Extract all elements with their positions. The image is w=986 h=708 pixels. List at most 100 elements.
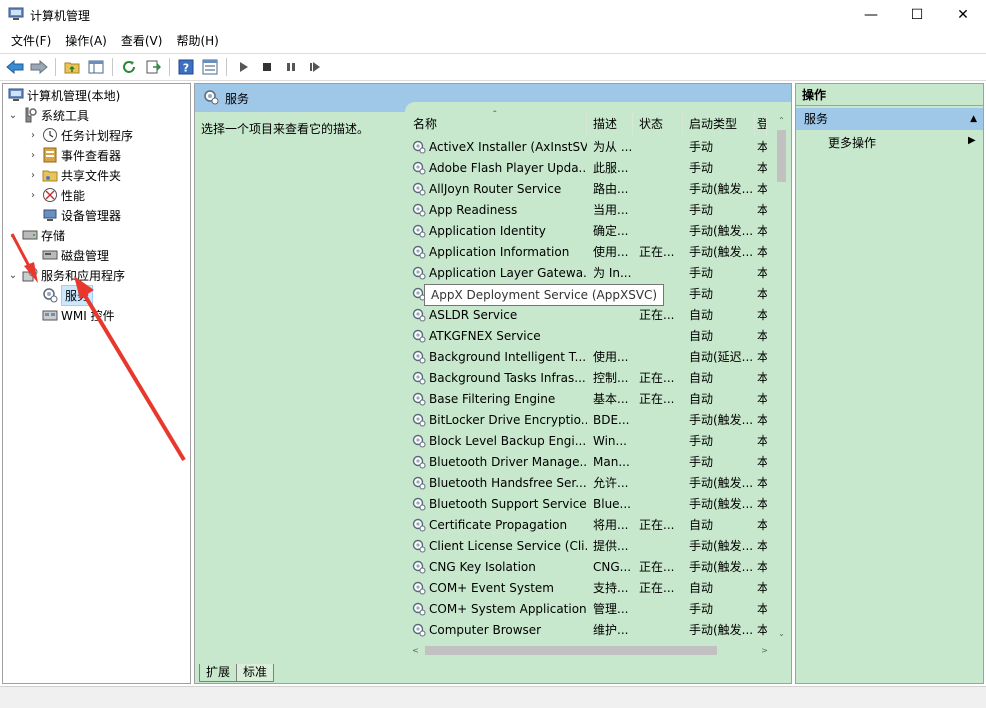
service-log-on-as: 本 — [757, 287, 767, 301]
back-icon[interactable] — [4, 56, 26, 78]
table-row[interactable]: Application Layer Gatewa... 为 In... 手动 本 — [407, 262, 767, 283]
scroll-right-icon[interactable]: > — [756, 642, 773, 659]
up-folder-icon[interactable] — [61, 56, 83, 78]
menu-view[interactable]: 查看(V) — [114, 30, 170, 52]
tree-item-device-manager[interactable]: 设备管理器 — [3, 205, 190, 225]
tree-item-task-scheduler[interactable]: › 任务计划程序 — [3, 125, 190, 145]
scroll-down-icon[interactable]: ⌄ — [773, 625, 790, 642]
export-list-icon[interactable] — [142, 56, 164, 78]
expand-chevron-icon[interactable]: › — [27, 150, 39, 161]
submenu-arrow-icon[interactable]: ▶ — [968, 135, 976, 146]
tree-item-storage[interactable]: ⌄ 存储 — [3, 225, 190, 245]
service-gear-icon — [411, 559, 427, 575]
table-row[interactable]: Application Information 使用... 正在... 手动(触发..… — [407, 241, 767, 262]
scroll-up-icon[interactable]: ⌃ — [773, 112, 790, 129]
refresh-icon[interactable] — [118, 56, 140, 78]
tree-item-event-viewer[interactable]: › 事件查看器 — [3, 145, 190, 165]
tree-item-wmi-control[interactable]: WMI 控件 — [3, 305, 190, 325]
tree-item-performance[interactable]: › 性能 — [3, 185, 190, 205]
service-name: AllJoyn Router Service — [429, 181, 562, 196]
tree-item-label: 共享文件夹 — [61, 168, 122, 183]
table-row[interactable]: Base Filtering Engine 基本... 正在... 自动 本 — [407, 388, 767, 409]
column-header-status[interactable]: 状态 — [633, 112, 683, 136]
table-row[interactable]: Background Tasks Infras... 控制... 正在... 自动 本 — [407, 367, 767, 388]
service-startup-type: 手动 — [689, 140, 714, 154]
help-icon[interactable]: ? — [175, 56, 197, 78]
tree-item-disk-management[interactable]: 磁盘管理 — [3, 245, 190, 265]
table-row[interactable]: Application Identity 确定... 手动(触发... 本 — [407, 220, 767, 241]
tree-item-label: 事件查看器 — [61, 148, 122, 163]
tree-item-shared-folders[interactable]: › 共享文件夹 — [3, 165, 190, 185]
table-row[interactable]: COM+ System Application 管理... 手动 本 — [407, 598, 767, 619]
table-row[interactable]: ATKGFNEX Service 自动 本 — [407, 325, 767, 346]
table-row[interactable]: AllJoyn Router Service 路由... 手动(触发... 本 — [407, 178, 767, 199]
table-row[interactable]: Block Level Backup Engi... Win... 手动 本 — [407, 430, 767, 451]
services-pane: 服务 选择一个项目来查看它的描述。 ^ 名称 描述 状态 启动类型 登 Acti… — [194, 83, 792, 684]
menu-help[interactable]: 帮助(H) — [169, 30, 225, 52]
expand-chevron-icon[interactable]: › — [27, 130, 39, 141]
actions-section-services[interactable]: 服务 ▲ — [796, 108, 983, 130]
scroll-left-icon[interactable]: < — [407, 642, 424, 659]
expand-chevron-icon[interactable]: ⌄ — [7, 270, 19, 281]
expand-chevron-icon[interactable]: ⌄ — [7, 230, 19, 241]
tree-item-services[interactable]: 服务 — [3, 284, 190, 306]
table-row[interactable]: COM+ Event System 支持... 正在... 自动 本 — [407, 577, 767, 598]
service-startup-type: 手动(触发... — [689, 560, 754, 574]
tree-item-system-tools[interactable]: ⌄ 系统工具 — [3, 105, 190, 125]
service-startup-type: 手动(触发... — [689, 539, 754, 553]
service-status: 正在... — [639, 245, 675, 259]
table-row[interactable]: Computer Browser 维护... 手动(触发... 本 — [407, 619, 767, 640]
tab-extended[interactable]: 扩展 — [199, 664, 238, 682]
services-apps-icon — [22, 267, 38, 283]
collapse-up-icon[interactable]: ▲ — [970, 108, 977, 130]
service-gear-icon — [411, 496, 427, 512]
table-row[interactable]: Client License Service (Cli... 提供... 手动(触发… — [407, 535, 767, 556]
service-name: COM+ System Application — [429, 601, 587, 616]
vertical-scroll-thumb[interactable] — [777, 130, 786, 182]
table-row[interactable]: Background Intelligent T... 使用... 自动(延迟...… — [407, 346, 767, 367]
table-row[interactable]: BitLocker Drive Encryptio... BDE... 手动(触发.… — [407, 409, 767, 430]
expand-chevron-icon[interactable]: ⌄ — [7, 110, 19, 121]
menu-file[interactable]: 文件(F) — [4, 30, 58, 52]
forward-icon[interactable] — [28, 56, 50, 78]
vertical-scrollbar[interactable]: ⌃ ⌄ — [773, 112, 790, 642]
horizontal-scroll-thumb[interactable] — [425, 646, 717, 655]
table-row[interactable]: Bluetooth Driver Manage... Man... 手动 本 — [407, 451, 767, 472]
column-header-name[interactable]: 名称 — [407, 112, 587, 136]
resume-service-icon[interactable] — [304, 56, 326, 78]
maximize-button[interactable]: ☐ — [894, 0, 940, 30]
properties-icon[interactable] — [199, 56, 221, 78]
show-hide-tree-icon[interactable] — [85, 56, 107, 78]
table-row[interactable]: CNG Key Isolation CNG... 正在... 手动(触发... 本 — [407, 556, 767, 577]
table-row[interactable]: Certificate Propagation 将用... 正在... 自动 本 — [407, 514, 767, 535]
column-header-description[interactable]: 描述 — [587, 112, 633, 136]
stop-service-icon[interactable] — [256, 56, 278, 78]
table-row[interactable]: ActiveX Installer (AxInstSV) 为从 ... 手动 本 — [407, 136, 767, 157]
minimize-button[interactable]: — — [848, 0, 894, 30]
service-description: 确定... — [593, 224, 629, 238]
service-description: 提供... — [593, 539, 629, 553]
horizontal-scrollbar[interactable]: < > — [407, 642, 773, 659]
tab-standard[interactable]: 标准 — [236, 664, 275, 682]
expand-chevron-icon[interactable]: › — [27, 190, 39, 201]
column-header-startup-type[interactable]: 启动类型 — [683, 112, 755, 136]
start-service-icon[interactable] — [232, 56, 254, 78]
table-row[interactable]: Bluetooth Support Service Blue... 手动(触发...… — [407, 493, 767, 514]
service-log-on-as: 本 — [757, 518, 767, 532]
service-startup-type: 手动 — [689, 434, 714, 448]
pause-service-icon[interactable] — [280, 56, 302, 78]
column-header-log-on-as[interactable]: 登 — [755, 112, 767, 136]
tree-item-label: WMI 控件 — [61, 308, 115, 323]
expand-chevron-icon[interactable]: › — [27, 170, 39, 181]
table-row[interactable]: Adobe Flash Player Upda... 此服... 手动 本 — [407, 157, 767, 178]
tree-item-computer-management[interactable]: 计算机管理(本地) — [3, 85, 190, 105]
table-row[interactable]: Bluetooth Handsfree Ser... 允许... 手动(触发... 本 — [407, 472, 767, 493]
close-button[interactable]: ✕ — [940, 0, 986, 30]
table-row[interactable]: App Readiness 当用... 手动 本 — [407, 199, 767, 220]
toolbar-separator — [112, 58, 113, 76]
menu-action[interactable]: 操作(A) — [58, 30, 114, 52]
table-row[interactable]: ASLDR Service 正在... 自动 本 — [407, 304, 767, 325]
service-name: Application Layer Gatewa... — [429, 265, 587, 280]
more-actions-menu[interactable]: 更多操作 — [828, 134, 876, 151]
tree-item-services-apps[interactable]: ⌄ 服务和应用程序 — [3, 265, 190, 285]
